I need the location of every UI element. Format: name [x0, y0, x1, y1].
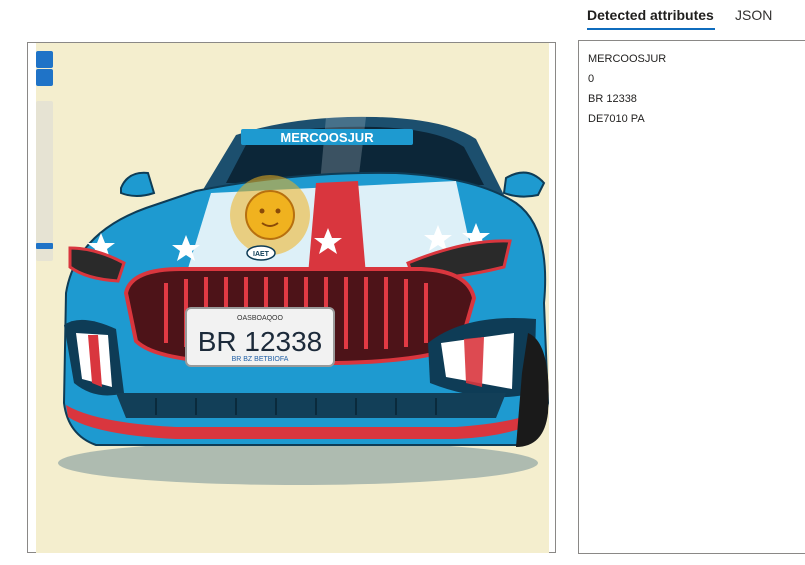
- tab-detected-attributes[interactable]: Detected attributes: [587, 6, 714, 24]
- zoom-in-button[interactable]: [36, 51, 53, 68]
- result-tabs: Detected attributes JSON: [578, 0, 805, 32]
- plate-main-text: BR 12338: [198, 326, 323, 357]
- attribute-item: DE7010 PA: [588, 113, 645, 125]
- active-tab-indicator: [587, 28, 715, 30]
- zoom-slider[interactable]: [36, 101, 53, 261]
- car-illustration: MERCOOSJUR IAET OASBOAQOO BR 12338 BR BZ…: [58, 116, 549, 485]
- attribute-item: MERCOOSJUR: [588, 53, 667, 65]
- plate-bottom-text: BR BZ BETBIOFA: [232, 356, 289, 363]
- attribute-list: MERCOOSJUR 0 BR 12338 DE7010 PA: [579, 41, 805, 129]
- badge-text: IAET: [253, 251, 270, 258]
- image-canvas: MERCOOSJUR IAET OASBOAQOO BR 12338 BR BZ…: [36, 43, 549, 553]
- plate-top-text: OASBOAQOO: [237, 315, 283, 322]
- attribute-item: BR 12338: [588, 93, 637, 105]
- zoom-slider-thumb[interactable]: [36, 243, 53, 249]
- zoom-out-button[interactable]: [36, 69, 53, 86]
- attribute-item: 0: [588, 73, 595, 85]
- detected-attributes-panel: MERCOOSJUR 0 BR 12338 DE7010 PA: [578, 40, 805, 554]
- windshield-text: MERCOOSJUR: [280, 130, 374, 145]
- image-viewer: MERCOOSJUR IAET OASBOAQOO BR 12338 BR BZ…: [27, 42, 556, 553]
- tab-json[interactable]: JSON: [735, 6, 772, 24]
